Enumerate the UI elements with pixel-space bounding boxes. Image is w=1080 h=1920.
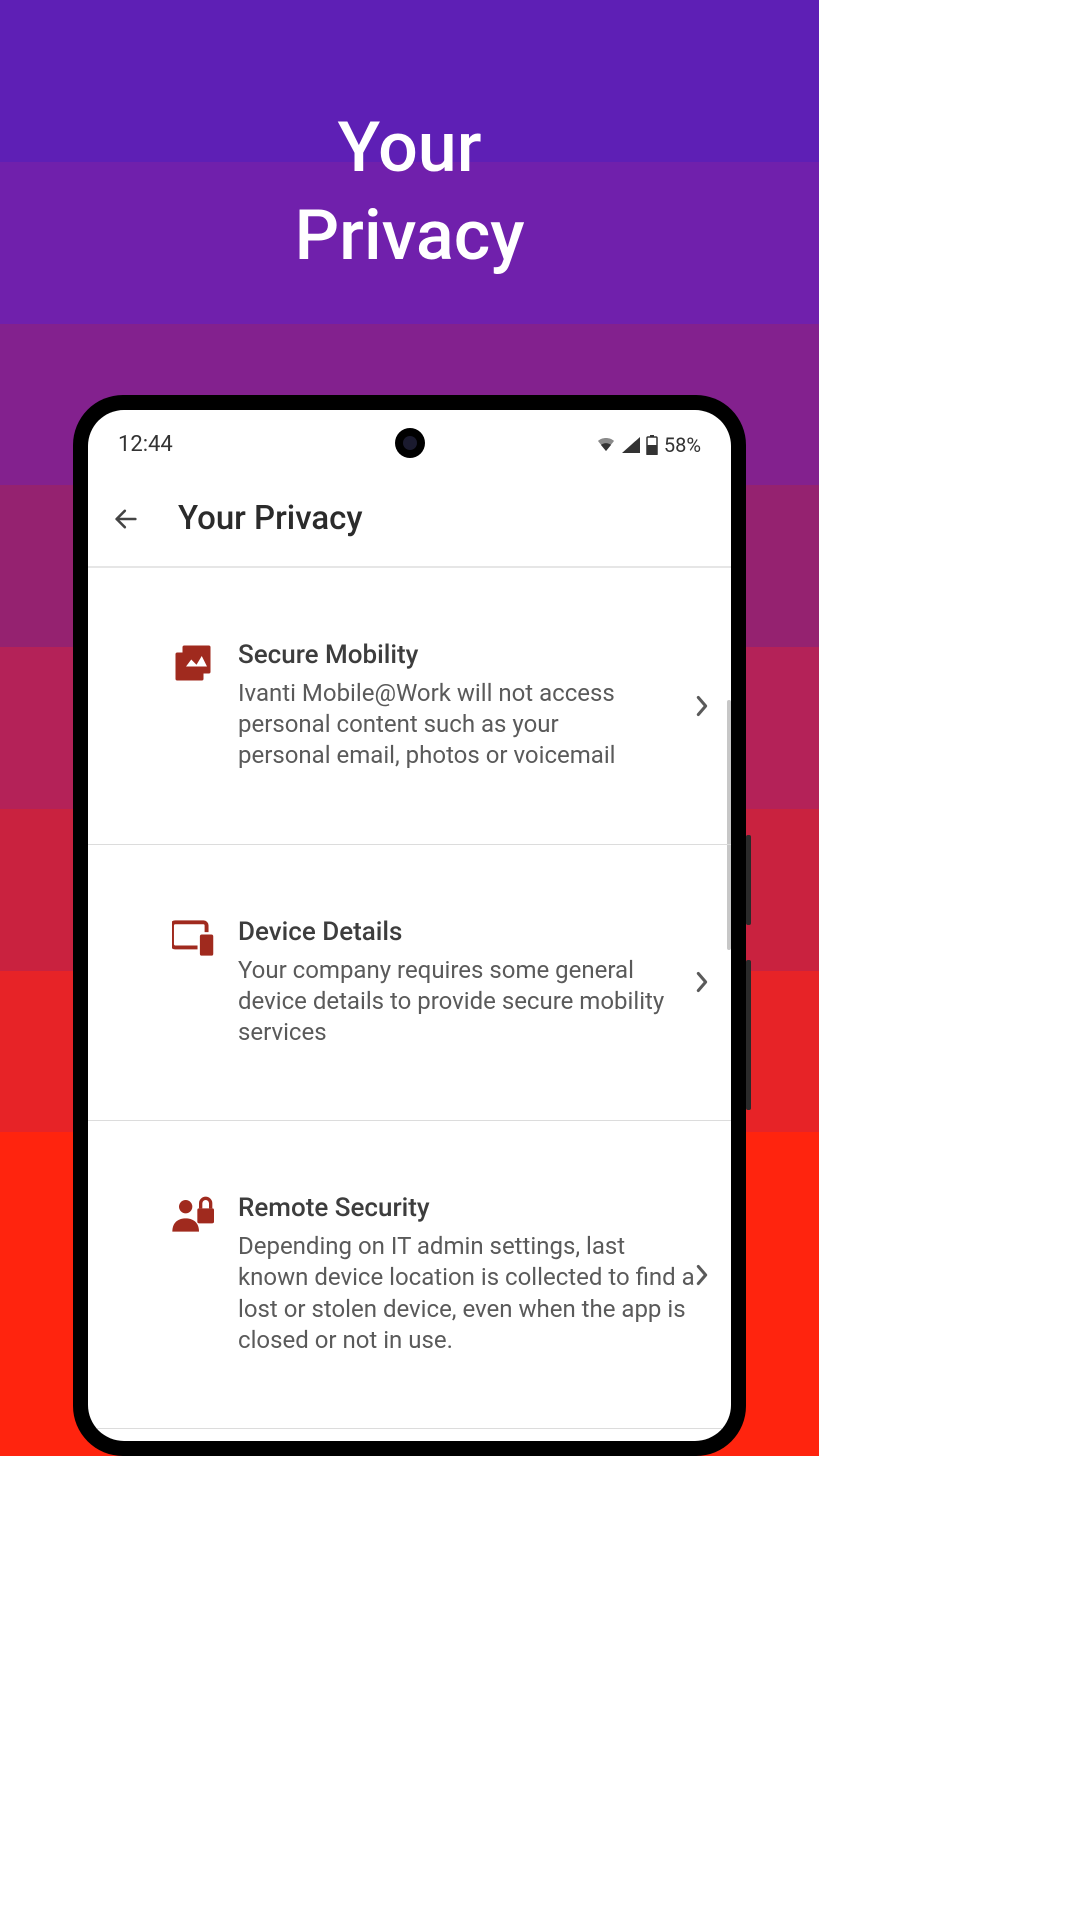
hero-title: Your Privacy [0,105,819,280]
chevron-right-icon [695,971,709,993]
battery-percent: 58% [664,433,701,457]
list-item-secure-mobility[interactable]: Secure Mobility Ivanti Mobile@Work will … [88,568,731,845]
devices-icon [172,919,216,957]
phone-side-button [746,835,751,925]
list-item-title: Device Details [238,917,701,947]
phone-screen: 12:44 58% Your Privacy [88,410,731,1441]
battery-icon [646,435,658,455]
wifi-icon [596,437,616,453]
list-item-desc: Your company requires some general devic… [238,955,701,1049]
page-title: Your Privacy [178,499,363,538]
list-item-body: Device Details Your company requires som… [238,917,701,1049]
list-item-body: Secure Mobility Ivanti Mobile@Work will … [238,640,701,772]
chevron-right-icon [695,1264,709,1286]
camera-notch [395,428,425,458]
cellular-icon [622,437,640,453]
list-item-device-details[interactable]: Device Details Your company requires som… [88,845,731,1122]
hero-title-line2: Privacy [0,193,819,281]
phone-side-button [746,960,751,1110]
back-arrow-icon[interactable] [112,505,140,533]
remote-security-icon [172,1195,216,1235]
chevron-right-icon [695,695,709,717]
list-item-title: Secure Mobility [238,640,701,670]
photos-icon [172,642,216,684]
content-list: Secure Mobility Ivanti Mobile@Work will … [88,568,731,1429]
status-time: 12:44 [118,432,173,457]
list-item-remote-security[interactable]: Remote Security Depending on IT admin se… [88,1121,731,1429]
app-bar: Your Privacy [88,467,731,568]
list-item-desc: Depending on IT admin settings, last kno… [238,1231,701,1356]
list-item-desc: Ivanti Mobile@Work will not access perso… [238,678,648,772]
list-item-body: Remote Security Depending on IT admin se… [238,1193,701,1356]
status-indicators: 58% [596,433,701,457]
hero-title-line1: Your [0,105,819,193]
list-item-title: Remote Security [238,1193,701,1223]
phone-frame: 12:44 58% Your Privacy [73,395,746,1456]
